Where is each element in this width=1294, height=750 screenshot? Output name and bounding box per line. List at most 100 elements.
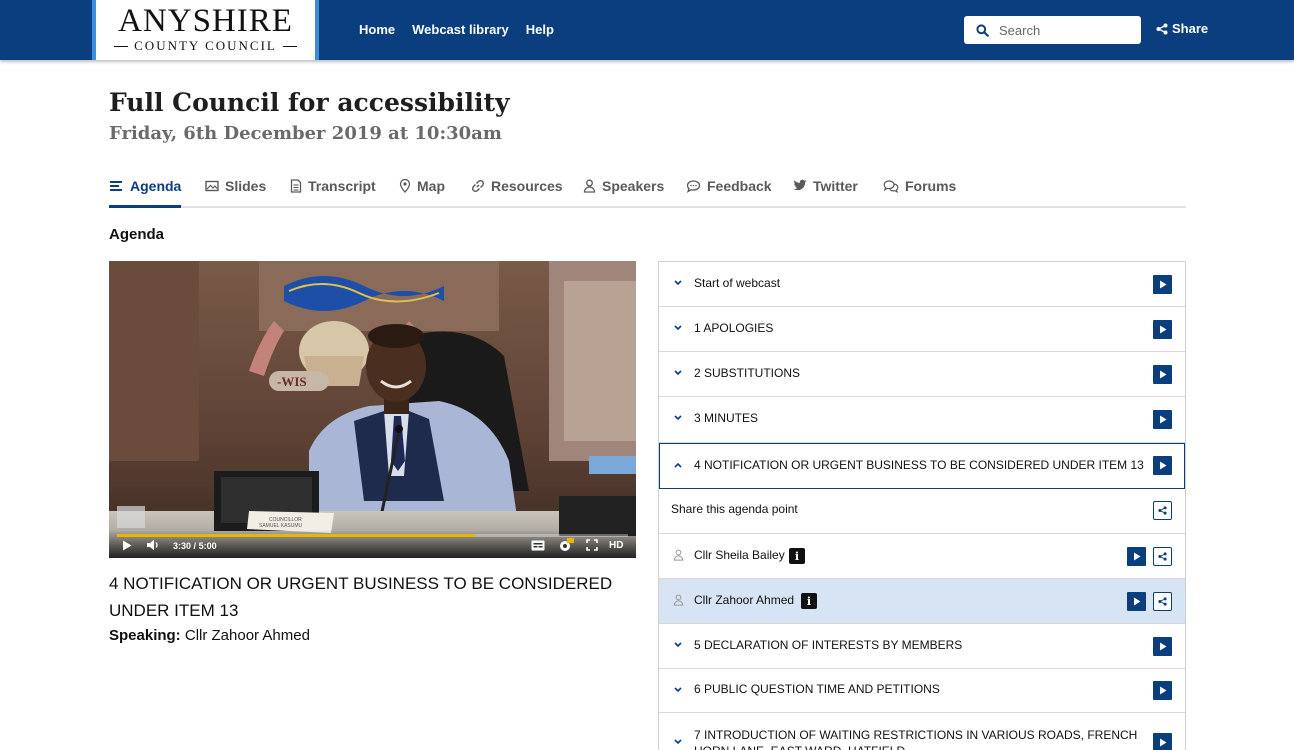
- agenda-item-label: Start of webcast: [694, 276, 781, 290]
- person-icon: [673, 594, 684, 606]
- play-item-button[interactable]: [1153, 320, 1172, 339]
- video-progress-fill: [117, 534, 475, 537]
- agenda-item[interactable]: Start of webcast: [659, 262, 1185, 307]
- list-icon: [110, 181, 122, 191]
- current-agenda-title: 4 NOTIFICATION OR URGENT BUSINESS TO BE …: [109, 574, 613, 620]
- play-item-button[interactable]: [1153, 733, 1172, 750]
- play-item-button[interactable]: [1153, 410, 1172, 429]
- search-placeholder: Search: [999, 22, 1041, 38]
- play-icon: [1159, 461, 1166, 470]
- tab-feedback[interactable]: Feedback: [686, 178, 772, 208]
- play-item-button[interactable]: [1153, 365, 1172, 384]
- video-frame: -WIS COUNCILLOR SAMUEL KASUMU: [109, 261, 636, 558]
- agenda-item[interactable]: 7 INTRODUCTION OF WAITING RESTRICTIONS I…: [659, 713, 1185, 750]
- main-nav: Home Webcast library Help: [359, 22, 554, 37]
- chevron-down-icon: [674, 325, 682, 331]
- agenda-list: Start of webcast 1 APOLOGIES 2 SUBSTITUT…: [658, 261, 1186, 750]
- tab-resources[interactable]: Resources: [471, 178, 563, 208]
- current-speaker: Speaking: Cllr Zahoor Ahmed: [109, 627, 310, 644]
- council-logo[interactable]: ANYSHIRE COUNTY COUNCIL: [92, 0, 319, 60]
- tab-transcript[interactable]: Transcript: [290, 178, 376, 208]
- hd-toggle[interactable]: HD: [609, 540, 623, 551]
- agenda-item-label: 4 NOTIFICATION OR URGENT BUSINESS TO BE …: [694, 458, 1144, 472]
- play-item-button[interactable]: [1153, 275, 1172, 294]
- play-icon: [1133, 597, 1140, 606]
- play-icon: [1159, 415, 1166, 424]
- meeting-datetime: Friday, 6th December 2019 at 10:30am: [109, 123, 502, 144]
- search-input[interactable]: Search: [964, 16, 1141, 44]
- chevron-down-icon: [674, 687, 682, 693]
- chevron-down-icon: [674, 370, 682, 376]
- nav-help-link[interactable]: Help: [526, 22, 554, 37]
- play-icon[interactable]: [122, 540, 132, 551]
- speaker-row-active[interactable]: Cllr Zahoor Ahmed i: [659, 579, 1185, 624]
- link-icon: [471, 179, 485, 193]
- site-header: ANYSHIRE COUNTY COUNCIL Home Webcast lib…: [0, 0, 1294, 60]
- play-icon: [1159, 370, 1166, 379]
- agenda-item-label: 3 MINUTES: [694, 411, 759, 425]
- tab-map[interactable]: Map: [399, 178, 445, 208]
- agenda-item[interactable]: 6 PUBLIC QUESTION TIME AND PETITIONS: [659, 669, 1185, 713]
- play-icon: [1133, 552, 1140, 561]
- share-agenda-point-label: Share this agenda point: [671, 502, 798, 516]
- speaker-name: Cllr Sheila Bailey: [694, 548, 785, 562]
- play-item-button[interactable]: [1153, 681, 1172, 700]
- agenda-item-label: 6 PUBLIC QUESTION TIME AND PETITIONS: [694, 682, 940, 696]
- video-progress-bar[interactable]: [117, 534, 628, 537]
- tab-slides[interactable]: Slides: [205, 178, 266, 208]
- agenda-item[interactable]: 1 APOLOGIES: [659, 307, 1185, 352]
- tab-twitter[interactable]: Twitter: [793, 178, 858, 208]
- section-heading: Agenda: [109, 226, 165, 243]
- agenda-item-label: 2 SUBSTITUTIONS: [694, 366, 801, 380]
- svg-text:-WIS: -WIS: [277, 374, 307, 389]
- speaker-name: Cllr Zahoor Ahmed: [694, 593, 795, 607]
- play-item-button[interactable]: [1153, 456, 1172, 475]
- chevron-down-icon: [674, 739, 682, 745]
- fullscreen-icon[interactable]: [586, 539, 598, 551]
- agenda-item-label: 7 INTRODUCTION OF WAITING RESTRICTIONS I…: [694, 728, 1138, 750]
- agenda-item-label: 1 APOLOGIES: [694, 321, 774, 335]
- info-icon[interactable]: i: [801, 593, 817, 609]
- tab-speakers[interactable]: Speakers: [583, 178, 664, 208]
- share-agenda-point-button[interactable]: [1153, 501, 1172, 520]
- chevron-down-icon: [674, 642, 682, 648]
- chevron-down-icon: [674, 415, 682, 421]
- video-time: 3:30 / 5:00: [173, 541, 217, 551]
- share-speaker-button[interactable]: [1153, 547, 1172, 566]
- play-icon: [1159, 686, 1166, 695]
- chevron-down-icon: [674, 280, 682, 286]
- chat-icon: [686, 180, 701, 193]
- play-item-button[interactable]: [1153, 637, 1172, 656]
- video-controls: 3:30 / 5:00 HD: [109, 530, 636, 558]
- video-player[interactable]: -WIS COUNCILLOR SAMUEL KASUMU 3:30 / 5:0…: [109, 261, 636, 558]
- play-speaker-button[interactable]: [1127, 592, 1146, 611]
- info-icon[interactable]: i: [789, 548, 805, 564]
- agenda-item-expanded[interactable]: 4 NOTIFICATION OR URGENT BUSINESS TO BE …: [659, 443, 1185, 489]
- nav-webcast-library-link[interactable]: Webcast library: [412, 22, 509, 37]
- play-speaker-button[interactable]: [1127, 547, 1146, 566]
- tab-agenda[interactable]: Agenda: [109, 178, 182, 208]
- tab-forums[interactable]: Forums: [883, 178, 956, 208]
- play-icon: [1159, 325, 1166, 334]
- speaker-row[interactable]: Cllr Sheila Bailey i: [659, 534, 1185, 579]
- search-icon: [976, 23, 989, 37]
- settings-icon[interactable]: [558, 538, 574, 552]
- share-agenda-point-row: Share this agenda point: [659, 489, 1185, 534]
- agenda-item[interactable]: 2 SUBSTITUTIONS: [659, 352, 1185, 397]
- agenda-item[interactable]: 3 MINUTES: [659, 397, 1185, 443]
- captions-icon[interactable]: [531, 540, 545, 551]
- map-pin-icon: [399, 179, 411, 193]
- share-button[interactable]: Share: [1156, 21, 1208, 36]
- chevron-up-icon: [674, 462, 682, 468]
- share-speaker-button[interactable]: [1153, 592, 1172, 611]
- agenda-item[interactable]: 5 DECLARATION OF INTERESTS BY MEMBERS: [659, 624, 1185, 669]
- play-icon: [1159, 738, 1166, 747]
- logo-subtitle: COUNTY COUNCIL: [96, 38, 315, 54]
- nav-home-link[interactable]: Home: [359, 22, 395, 37]
- person-icon: [673, 549, 684, 561]
- person-icon: [583, 179, 596, 193]
- volume-icon[interactable]: [146, 539, 160, 551]
- share-label: Share: [1172, 21, 1209, 36]
- image-icon: [205, 180, 219, 192]
- share-icon: [1158, 552, 1167, 561]
